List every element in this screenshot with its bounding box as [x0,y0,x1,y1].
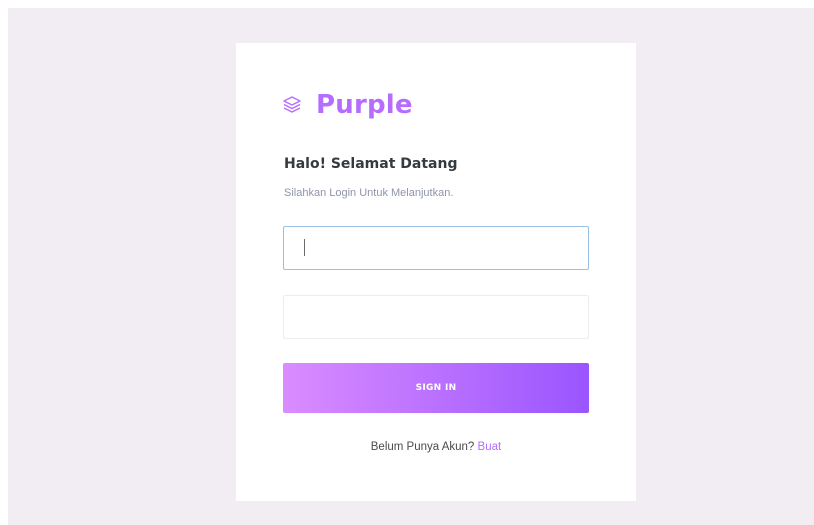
welcome-subtitle: Silahkan Login Untuk Melanjutkan. [284,187,454,199]
register-link[interactable]: Buat [478,441,502,453]
text-cursor [304,239,305,256]
login-card: Purple Halo! Selamat Datang Silahkan Log… [236,43,636,501]
username-input[interactable] [283,226,589,270]
register-prompt-text: Belum Punya Akun? [370,441,475,453]
layers-icon [282,95,302,115]
sign-in-button[interactable]: SIGN IN [283,363,589,413]
brand-name: Purple [316,90,413,120]
register-prompt: Belum Punya Akun? Buat [236,441,636,453]
password-input[interactable] [283,295,589,339]
brand-logo[interactable]: Purple [282,87,413,123]
welcome-title: Halo! Selamat Datang [284,156,458,172]
